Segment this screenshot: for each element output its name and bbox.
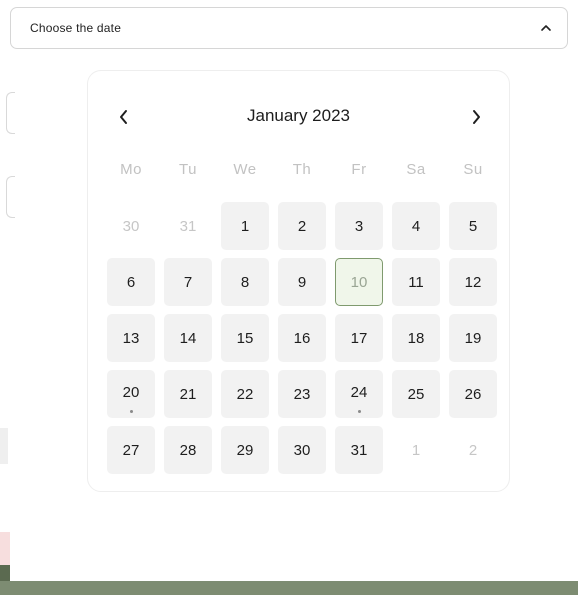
day-number: 9 [297, 273, 307, 291]
day-number: 10 [350, 273, 368, 291]
day-cell[interactable]: 29 [221, 426, 269, 474]
day-number: 4 [411, 217, 421, 235]
day-number: 8 [240, 273, 250, 291]
day-cell[interactable]: 15 [221, 314, 269, 362]
weekday-label: Tu [179, 161, 197, 178]
day-number: 1 [411, 441, 421, 459]
day-number: 29 [236, 441, 254, 459]
day-cell[interactable]: 4 [392, 202, 440, 250]
day-cell[interactable]: 14 [164, 314, 212, 362]
day-cell[interactable]: 22 [221, 370, 269, 418]
day-cell[interactable]: 9 [278, 258, 326, 306]
day-number: 23 [293, 385, 311, 403]
day-cell-today[interactable]: 10 [335, 258, 383, 306]
day-cell[interactable]: 6 [107, 258, 155, 306]
chevron-right-icon[interactable] [466, 107, 486, 127]
date-dropdown[interactable]: Choose the date [10, 7, 568, 49]
calendar-header: January 2023 [88, 105, 509, 129]
background-field [6, 176, 15, 218]
day-cell[interactable]: 7 [164, 258, 212, 306]
day-number: 14 [179, 329, 197, 347]
day-cell[interactable]: 27 [107, 426, 155, 474]
day-cell[interactable]: 21 [164, 370, 212, 418]
chevron-up-icon[interactable] [539, 21, 553, 35]
day-number: 26 [464, 385, 482, 403]
background-panel [0, 428, 8, 464]
day-number: 1 [240, 217, 250, 235]
footer-bar [0, 581, 578, 595]
day-cell[interactable]: 16 [278, 314, 326, 362]
weekday-label: Sa [406, 161, 426, 178]
weekday-label: We [233, 161, 257, 178]
event-dot-icon [357, 410, 361, 413]
weekday-label: Fr [351, 161, 367, 178]
day-cell[interactable]: 3 [335, 202, 383, 250]
day-number: 31 [179, 217, 197, 235]
day-number: 17 [350, 329, 368, 347]
day-cell[interactable]: 5 [449, 202, 497, 250]
day-cell[interactable]: 2 [278, 202, 326, 250]
day-number: 22 [236, 385, 254, 403]
day-cell[interactable]: 13 [107, 314, 155, 362]
day-cell[interactable]: 24 [335, 370, 383, 418]
day-number: 5 [468, 217, 478, 235]
day-number: 2 [297, 217, 307, 235]
day-cell[interactable]: 20 [107, 370, 155, 418]
month-label: January 2023 [246, 106, 351, 125]
day-cell-outside-month: 31 [164, 202, 212, 250]
weekday-label: Th [292, 161, 312, 178]
day-number: 13 [122, 329, 140, 347]
day-cell[interactable]: 30 [278, 426, 326, 474]
day-number: 21 [179, 385, 197, 403]
dropdown-label: Choose the date [30, 21, 122, 35]
day-number: 16 [293, 329, 311, 347]
day-number: 18 [407, 329, 425, 347]
day-number: 12 [464, 273, 482, 291]
day-cell[interactable]: 11 [392, 258, 440, 306]
day-number: 31 [350, 441, 368, 459]
day-cell[interactable]: 26 [449, 370, 497, 418]
weekday-label: Su [463, 161, 483, 178]
day-cell-outside-month: 2 [449, 426, 497, 474]
background-field [6, 92, 15, 134]
day-number: 24 [350, 383, 368, 401]
day-number: 25 [407, 385, 425, 403]
weekday-label: Mo [120, 161, 142, 178]
day-cell[interactable]: 19 [449, 314, 497, 362]
day-cell[interactable]: 17 [335, 314, 383, 362]
day-number: 30 [122, 217, 140, 235]
day-cell-outside-month: 1 [392, 426, 440, 474]
day-cell[interactable]: 25 [392, 370, 440, 418]
day-number: 19 [464, 329, 482, 347]
day-cell[interactable]: 12 [449, 258, 497, 306]
day-cell-outside-month: 30 [107, 202, 155, 250]
day-number: 20 [122, 383, 140, 401]
day-cell[interactable]: 18 [392, 314, 440, 362]
day-grid: 30 31 1 2 3 4 5 6 7 8 9 10 11 12 13 14 15 16 17 18 19 20 21 22 2… [107, 202, 497, 474]
day-cell[interactable]: 31 [335, 426, 383, 474]
day-cell[interactable]: 23 [278, 370, 326, 418]
day-number: 3 [354, 217, 364, 235]
day-cell[interactable]: 8 [221, 258, 269, 306]
day-cell[interactable]: 28 [164, 426, 212, 474]
weekday-header: Mo Tu We Th Fr Sa Su [107, 161, 497, 178]
day-number: 6 [126, 273, 136, 291]
day-number: 28 [179, 441, 197, 459]
event-dot-icon [129, 410, 133, 413]
day-number: 15 [236, 329, 254, 347]
day-number: 2 [468, 441, 478, 459]
day-number: 27 [122, 441, 140, 459]
day-number: 11 [408, 273, 424, 291]
calendar-popup: January 2023 Mo Tu We Th Fr Sa Su 30 31 1 2 3 4 5 6 7 8… [87, 70, 510, 492]
day-number: 30 [293, 441, 311, 459]
day-cell[interactable]: 1 [221, 202, 269, 250]
day-number: 7 [183, 273, 193, 291]
